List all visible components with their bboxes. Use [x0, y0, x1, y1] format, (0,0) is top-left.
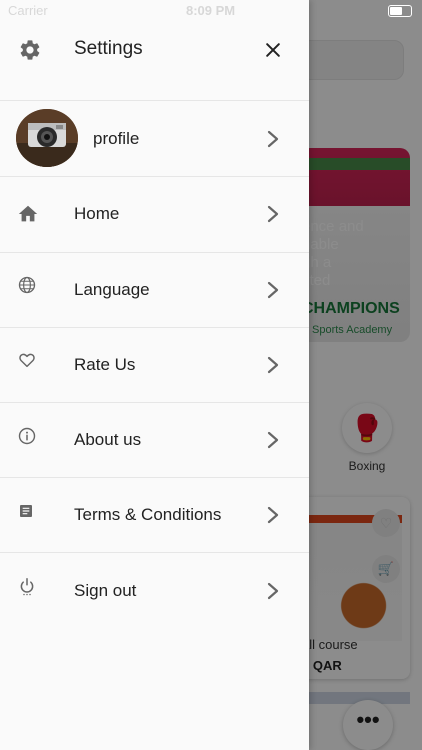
- drawer-title: Settings: [74, 38, 143, 59]
- menu-item-home[interactable]: Home: [0, 177, 309, 253]
- menu-item-terms-conditions[interactable]: Terms & Conditions: [0, 477, 309, 553]
- chevron-right-icon: [267, 356, 279, 374]
- menu-item-label: Home: [74, 204, 120, 223]
- menu-item-label: About us: [74, 430, 142, 449]
- chevron-right-icon: [267, 582, 279, 600]
- document-icon: [20, 505, 32, 517]
- close-icon[interactable]: [263, 40, 283, 60]
- menu-item-about-us[interactable]: About us: [0, 402, 309, 478]
- chevron-right-icon: [267, 205, 279, 223]
- chevron-right-icon: [267, 431, 279, 449]
- carrier-label: Carrier: [8, 3, 48, 18]
- chevron-right-icon: [267, 506, 279, 524]
- heart-icon: [19, 353, 35, 368]
- menu-item-rate-us[interactable]: Rate Us: [0, 327, 309, 403]
- menu-item-label: Sign out: [74, 581, 137, 600]
- settings-drawer: Settings profile Home Language Rate Us A…: [0, 0, 309, 750]
- camera-photo: [16, 109, 78, 167]
- battery-icon: [388, 5, 412, 17]
- globe-icon: [18, 276, 36, 294]
- avatar: [16, 109, 78, 167]
- menu-item-language[interactable]: Language: [0, 252, 309, 328]
- menu-item-label: Language: [74, 280, 150, 299]
- clock: 8:09 PM: [186, 3, 236, 18]
- info-icon: [18, 427, 36, 445]
- menu-item-sign-out[interactable]: Sign out: [0, 552, 309, 627]
- menu-item-profile[interactable]: profile: [0, 101, 309, 177]
- chevron-right-icon: [267, 281, 279, 299]
- menu-item-label: Rate Us: [74, 355, 136, 374]
- chevron-right-icon: [267, 130, 279, 148]
- profile-label: profile: [93, 129, 140, 148]
- home-icon: [18, 205, 38, 222]
- status-bar: Carrier 8:09 PM: [0, 0, 422, 22]
- power-icon: [20, 578, 34, 596]
- menu-item-label: Terms & Conditions: [74, 505, 222, 524]
- gear-icon: [20, 40, 40, 60]
